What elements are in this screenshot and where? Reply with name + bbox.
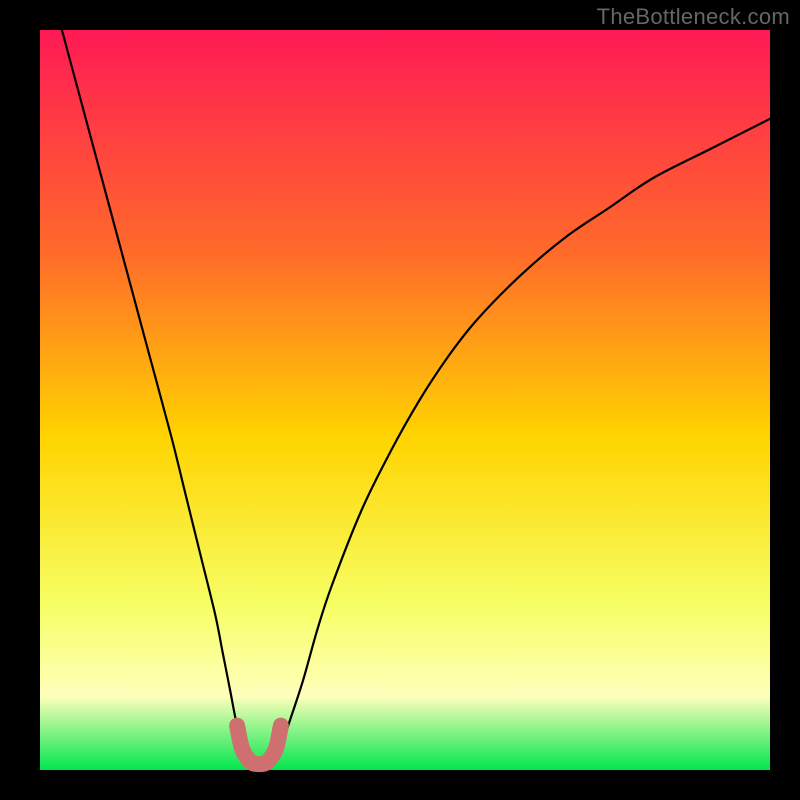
watermark-text: TheBottleneck.com <box>597 4 790 30</box>
bottleneck-chart <box>0 0 800 800</box>
plot-background <box>40 30 770 770</box>
chart-frame: TheBottleneck.com <box>0 0 800 800</box>
